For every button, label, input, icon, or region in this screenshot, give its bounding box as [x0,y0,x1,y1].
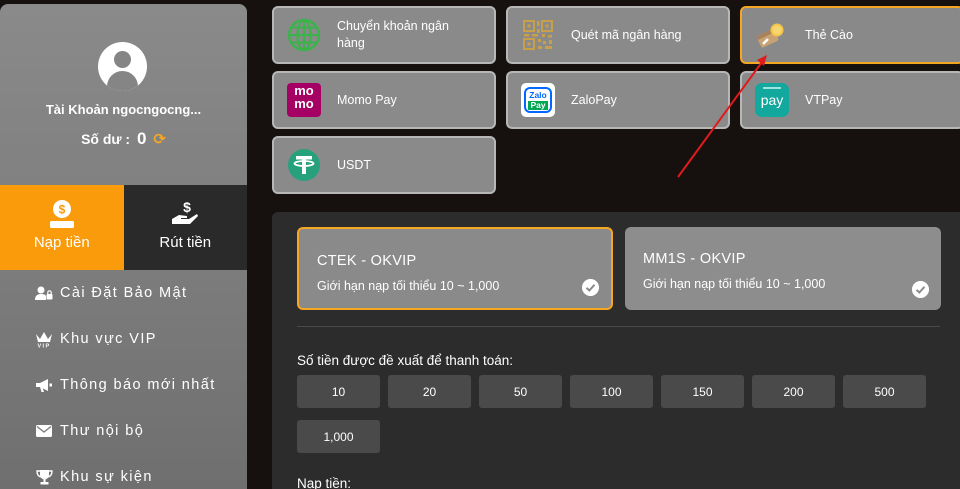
envelope-icon [34,422,54,440]
money-bag-icon: $ [49,200,74,228]
globe-icon [287,18,321,52]
zalopay-logo: Zalo Pay [521,83,555,117]
sidebar-item-events[interactable]: Khu sự kiện [0,454,247,489]
tether-icon [288,149,320,181]
channel-limit: Giới hạn nạp tối thiểu 10 ~ 1,000 [317,279,500,293]
method-label: Momo Pay [337,92,397,107]
sidebar-menu: Cài Đặt Bảo Mật VIP Khu vực VIP Thông bá… [0,270,247,489]
method-scratch-card[interactable]: Thẻ Cào [740,6,960,64]
amount-option-50[interactable]: 50 [479,375,562,408]
tab-withdraw[interactable]: $ Rút tiền [123,185,247,270]
amount-suggestion-title: Số tiền được đề xuất để thanh toán: [297,353,514,368]
momo-logo: mo mo [287,83,321,117]
svg-text:VIP: VIP [37,344,50,349]
method-label: Chuyển khoản ngân hàng [337,19,449,50]
amount-option-1000[interactable]: 1,000 [297,420,380,453]
account-name: Tài Khoản ngocngocng... [45,102,202,117]
method-label: Thẻ Cào [805,27,853,42]
hand-money-icon: $ [172,199,199,224]
wallet-tabs: $ Nạp tiền $ Rút tiền [0,185,247,270]
balance-value: 0 [136,129,147,148]
sidebar: Tài Khoản ngocngocng... Số dư : 0 ⟳ $ Nạ… [0,4,247,489]
tab-deposit[interactable]: $ Nạp tiền [0,185,124,270]
sidebar-item-label: Thư nội bộ [60,423,145,439]
sidebar-item-label: Khu sự kiện [60,469,153,485]
profile-section: Tài Khoản ngocngocng... Số dư : 0 ⟳ [0,4,247,185]
amount-option-150[interactable]: 150 [661,375,744,408]
sidebar-item-vip[interactable]: VIP Khu vực VIP [0,316,247,362]
channel-ctek[interactable]: CTEK - OKVIP Giới hạn nạp tối thiểu 10 ~… [297,227,613,310]
qr-code-icon [523,20,553,50]
channel-name: CTEK - OKVIP [317,253,417,269]
deposit-panel: CTEK - OKVIP Giới hạn nạp tối thiểu 10 ~… [272,212,960,489]
balance-label: Số dư : [81,131,131,147]
balance: Số dư : 0 ⟳ [0,129,247,149]
deposit-amount-label: Nạp tiền: [297,476,352,489]
vip-crown-icon: VIP [34,330,54,348]
momo-logo-text-bottom: mo [294,96,314,111]
avatar-icon[interactable] [98,42,147,91]
sidebar-item-label: Cài Đặt Bảo Mật [60,285,188,301]
sidebar-item-inbox[interactable]: Thư nội bộ [0,408,247,454]
svg-text:$: $ [183,199,191,215]
sidebar-item-notifications[interactable]: Thông báo mới nhất [0,362,247,408]
check-icon [582,279,599,296]
refresh-balance-icon[interactable]: ⟳ [153,131,166,148]
method-bank-qr[interactable]: Quét mã ngân hàng [506,6,730,64]
amount-option-20[interactable]: 20 [388,375,471,408]
zalopay-logo-text-bottom: Pay [528,100,548,110]
zalopay-logo-text-top: Zalo [529,90,547,100]
method-bank-transfer[interactable]: Chuyển khoản ngân hàng [272,6,496,64]
method-label: VTPay [805,92,843,107]
tab-deposit-label: Nạp tiền [33,234,90,251]
check-icon [912,281,929,298]
method-label: USDT [337,157,372,172]
vtpay-logo: pay [755,83,789,117]
svg-text:$: $ [58,203,65,217]
method-vtpay[interactable]: pay VTPay [740,71,960,129]
sidebar-item-label: Thông báo mới nhất [60,377,216,393]
method-label: ZaloPay [571,92,617,107]
scratch-card-icon [756,23,784,48]
amount-option-200[interactable]: 200 [752,375,835,408]
channel-name: MM1S - OKVIP [643,251,746,267]
amount-option-500[interactable]: 500 [843,375,926,408]
method-label: Quét mã ngân hàng [571,27,682,42]
method-momo[interactable]: mo mo Momo Pay [272,71,496,129]
vtpay-logo-text: pay [760,92,784,108]
tab-withdraw-label: Rút tiền [159,234,212,251]
method-zalopay[interactable]: Zalo Pay ZaloPay [506,71,730,129]
user-lock-icon [34,284,54,302]
sidebar-item-label: Khu vực VIP [60,331,157,347]
sidebar-item-security[interactable]: Cài Đặt Bảo Mật [0,270,247,316]
trophy-icon [34,468,54,486]
channel-mm1s[interactable]: MM1S - OKVIP Giới hạn nạp tối thiểu 10 ~… [625,227,941,310]
channel-limit: Giới hạn nạp tối thiểu 10 ~ 1,000 [643,277,826,291]
amount-option-100[interactable]: 100 [570,375,653,408]
amount-option-10[interactable]: 10 [297,375,380,408]
method-usdt[interactable]: USDT [272,136,496,194]
divider [297,326,940,327]
megaphone-icon [34,376,54,394]
